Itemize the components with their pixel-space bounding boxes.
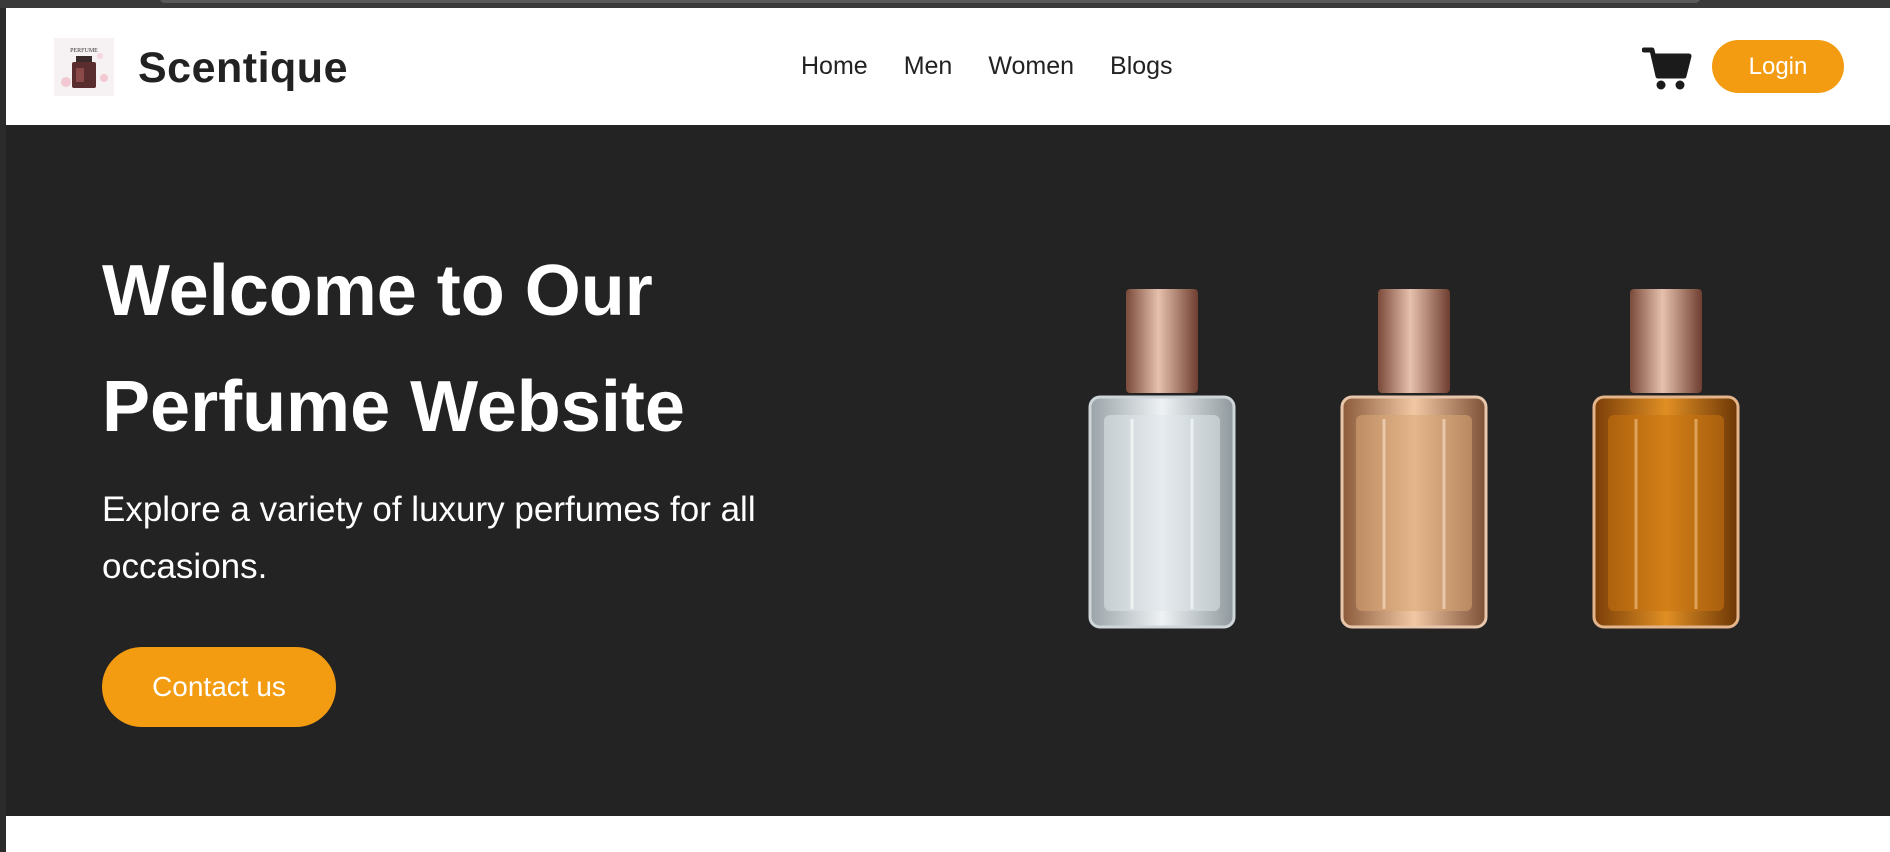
nav-women-link[interactable]: Women: [988, 52, 1074, 81]
peach-perfume-bottle-image: [1340, 289, 1488, 629]
nav-blogs-link[interactable]: Blogs: [1110, 52, 1173, 81]
browser-frame-top: [0, 0, 1890, 8]
brand-name[interactable]: Scentique: [138, 44, 348, 93]
next-section: [6, 816, 1890, 852]
navbar: PERFUME Scentique Home Men Women Blogs L…: [6, 8, 1890, 125]
hero-subtitle: Explore a variety of luxury perfumes for…: [102, 490, 756, 586]
amber-perfume-bottle-image: [1592, 289, 1740, 629]
cart-button[interactable]: [1641, 44, 1692, 92]
hero-title: Welcome to Our Perfume Website: [102, 233, 842, 465]
login-button[interactable]: Login: [1712, 40, 1844, 93]
hero-title-line-2: Perfume Website: [102, 367, 685, 447]
brand-logo[interactable]: PERFUME: [54, 38, 114, 96]
browser-address-bar[interactable]: [160, 0, 1700, 3]
perfume-logo-icon: PERFUME: [54, 38, 114, 96]
hero-section: Welcome to Our Perfume Website Explore a…: [6, 125, 1890, 816]
clear-perfume-bottle-image: [1088, 289, 1236, 629]
main-nav: Home Men Women Blogs: [801, 52, 1209, 81]
nav-home-link[interactable]: Home: [801, 52, 868, 81]
logo-text: PERFUME: [70, 48, 98, 54]
page: PERFUME Scentique Home Men Women Blogs L…: [6, 8, 1890, 852]
contact-us-button[interactable]: Contact us: [102, 647, 336, 727]
shopping-cart-icon: [1641, 47, 1692, 90]
hero-product-images: [1086, 289, 1766, 629]
nav-men-link[interactable]: Men: [904, 52, 953, 81]
hero-title-line-1: Welcome to Our: [102, 251, 653, 331]
